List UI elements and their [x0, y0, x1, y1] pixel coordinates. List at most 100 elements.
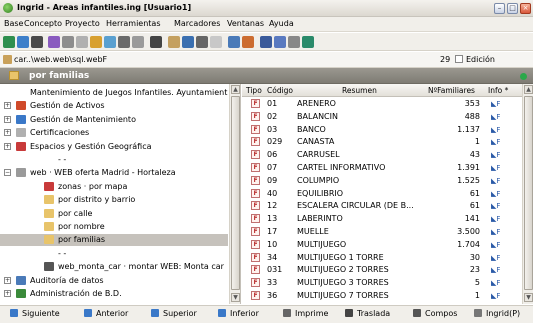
tree-item[interactable]: zonas · por mapa — [0, 181, 228, 193]
col-resumen[interactable]: Resumen — [342, 86, 377, 95]
scroll-down-icon[interactable]: ▼ — [524, 293, 533, 302]
info-icon[interactable]: ◣F — [491, 177, 507, 185]
export-icon[interactable] — [196, 36, 208, 48]
tree-item[interactable]: + Gestión de Activos — [0, 100, 228, 112]
col-info[interactable]: Info * — [488, 86, 508, 95]
table-row[interactable]: F 029 CANASTA 1 ◣F — [242, 136, 522, 148]
tree-item[interactable]: por distrito y barrio — [0, 194, 228, 206]
cut-icon[interactable] — [62, 36, 74, 48]
tree-item[interactable]: + Gestión de Mantenimiento — [0, 114, 228, 126]
menu-marcadores[interactable]: Marcadores — [174, 19, 220, 28]
printer-icon[interactable] — [182, 36, 194, 48]
info-icon[interactable]: ◣F — [491, 228, 507, 236]
info-icon[interactable]: ◣F — [491, 190, 507, 198]
expand-toggle-icon[interactable]: + — [4, 102, 11, 110]
tree-item[interactable]: + Espacios y Gestión Geográfica — [0, 141, 228, 153]
info-icon[interactable]: ◣F — [491, 241, 507, 249]
minimize-button[interactable]: – — [494, 3, 505, 14]
tree-item[interactable]: - - — [0, 154, 228, 166]
tree-item[interactable]: - - — [0, 248, 228, 260]
table-row[interactable]: F 12 ESCALERA CIRCULAR (DE B... 61 ◣F — [242, 200, 522, 212]
grid-icon[interactable] — [118, 36, 130, 48]
tree-item[interactable]: web_monta_car · montar WEB: Monta car — [0, 261, 228, 273]
info-icon[interactable]: ◣F — [491, 266, 507, 274]
filter-icon[interactable] — [90, 36, 102, 48]
print-button[interactable]: Imprime — [283, 309, 328, 322]
scroll-down-icon[interactable]: ▼ — [231, 293, 240, 302]
expand-toggle-icon[interactable]: + — [4, 290, 11, 297]
info-icon[interactable]: ◣F — [491, 254, 507, 262]
menu-proyecto[interactable]: Proyecto — [65, 19, 100, 28]
scroll-up-icon[interactable]: ▲ — [231, 85, 240, 94]
col-tipo[interactable]: Tipo — [246, 86, 262, 95]
settings-icon[interactable] — [48, 36, 60, 48]
tree-item[interactable]: Mantenimiento de Juegos Infantiles. Ayun… — [0, 87, 228, 99]
menu-concepto[interactable]: Concepto — [24, 19, 62, 28]
report-icon[interactable] — [132, 36, 144, 48]
tree-item[interactable]: + Certificaciones — [0, 127, 228, 139]
scroll-up-icon[interactable]: ▲ — [524, 85, 533, 94]
query-icon[interactable] — [228, 36, 240, 48]
info-icon[interactable]: ◣F — [491, 113, 507, 121]
open-icon[interactable] — [17, 36, 29, 48]
table-row[interactable]: F 33 MULTIJUEGO 3 TORRES 5 ◣F — [242, 277, 522, 289]
menu-base[interactable]: Base — [4, 19, 23, 28]
maximize-button[interactable]: □ — [507, 3, 518, 14]
col-familiares[interactable]: NºFamiliares — [428, 86, 475, 95]
expand-toggle-icon[interactable]: + — [4, 115, 11, 123]
info-icon[interactable]: ◣F — [491, 138, 507, 146]
info-icon[interactable]: ◣F — [491, 151, 507, 159]
image-icon[interactable] — [210, 36, 222, 48]
table-row[interactable]: F 36 MULTIJUEGO 7 TORRES 1 ◣F — [242, 290, 522, 302]
table-row[interactable]: F 06 CARRUSEL 43 ◣F — [242, 149, 522, 161]
copy-icon[interactable] — [168, 36, 180, 48]
scroll-thumb[interactable] — [524, 96, 533, 290]
expand-toggle-icon[interactable]: + — [4, 129, 11, 137]
info-icon[interactable]: ◣F — [491, 215, 507, 223]
table-row[interactable]: F 01 ARENERO 353 ◣F — [242, 98, 522, 110]
menu-ventanas[interactable]: Ventanas — [227, 19, 264, 28]
calc-icon[interactable] — [302, 36, 314, 48]
table-row[interactable]: F 02 BALANCIN 488 ◣F — [242, 111, 522, 123]
menu-ayuda[interactable]: Ayuda — [269, 19, 294, 28]
table-row[interactable]: F 40 EQUILIBRIO 61 ◣F — [242, 188, 522, 200]
scroll-thumb[interactable] — [231, 96, 240, 290]
tree-item[interactable]: por familias — [0, 234, 228, 247]
expand-toggle-icon[interactable]: + — [4, 276, 11, 284]
print-icon[interactable] — [31, 36, 43, 48]
ingrid-button[interactable]: Ingrid(P) — [474, 309, 520, 322]
table-scrollbar[interactable]: ▲ ▼ — [522, 84, 533, 304]
save-icon[interactable] — [3, 36, 15, 48]
tree-item[interactable]: por calle — [0, 208, 228, 220]
wand-icon[interactable] — [288, 36, 300, 48]
table-icon[interactable] — [104, 36, 116, 48]
table-row[interactable]: F 17 MUELLE 3.500 ◣F — [242, 226, 522, 238]
tree-item[interactable]: + Administración de B.D. — [0, 288, 228, 300]
table-row[interactable]: F 031 MULTIJUEGO 2 TORRES 23 ◣F — [242, 264, 522, 276]
move-button[interactable]: Traslada — [345, 309, 390, 322]
next-button[interactable]: Siguiente — [10, 309, 60, 322]
col-codigo[interactable]: Código — [267, 86, 293, 95]
previous-button[interactable]: Anterior — [84, 309, 128, 322]
info-icon[interactable]: ◣F — [491, 100, 507, 108]
edit-checkbox[interactable] — [455, 55, 463, 63]
tools-icon[interactable] — [150, 36, 162, 48]
expand-toggle-icon[interactable]: + — [4, 142, 11, 150]
info-icon[interactable]: ◣F — [491, 279, 507, 287]
tree-item[interactable]: − web · WEB oferta Madrid - Hortaleza — [0, 167, 228, 179]
table-row[interactable]: F 13 LABERINTO 141 ◣F — [242, 213, 522, 225]
compose-button[interactable]: Compos — [413, 309, 457, 322]
info-icon[interactable]: ◣F — [491, 292, 507, 300]
close-button[interactable]: × — [520, 3, 531, 14]
info-icon[interactable]: ◣F — [491, 126, 507, 134]
globe-icon[interactable] — [274, 36, 286, 48]
chart-icon[interactable] — [242, 36, 254, 48]
tree-item[interactable]: + Auditoría de datos — [0, 275, 228, 287]
up-button[interactable]: Superior — [151, 309, 197, 322]
table-row[interactable]: F 34 MULTIJUEGO 1 TORRE 30 ◣F — [242, 252, 522, 264]
tree-scrollbar[interactable]: ▲ ▼ — [229, 84, 240, 304]
expand-toggle-icon[interactable]: − — [4, 169, 11, 177]
info-icon[interactable]: ◣F — [491, 202, 507, 210]
table-row[interactable]: F 10 MULTIJUEGO 1.704 ◣F — [242, 239, 522, 251]
table-row[interactable]: F 07 CARTEL INFORMATIVO 1.391 ◣F — [242, 162, 522, 174]
